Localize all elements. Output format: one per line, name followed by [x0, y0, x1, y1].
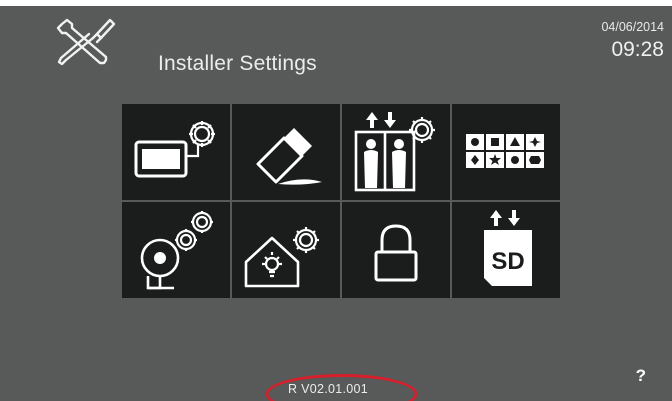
- tools-icon: [56, 18, 116, 66]
- installer-settings-screen: Installer Settings 04/06/2014 09:28 SD R…: [0, 0, 672, 401]
- home-automation-settings-tile[interactable]: [232, 202, 340, 298]
- sd-card-transfer-icon: SD: [484, 210, 532, 286]
- eraser-icon: [256, 128, 322, 185]
- svg-text:SD: SD: [491, 248, 524, 275]
- security-lock-tile[interactable]: [342, 202, 450, 298]
- symbols-keypad-icon: [466, 134, 544, 168]
- time-display: 09:28: [611, 38, 664, 61]
- monitor-settings-tile[interactable]: [122, 104, 230, 200]
- bell-settings-tile[interactable]: [122, 202, 230, 298]
- page-title: Installer Settings: [158, 52, 317, 75]
- help-button[interactable]: ?: [636, 366, 646, 386]
- padlock-icon: [374, 224, 418, 282]
- settings-menu-grid: SD: [122, 104, 560, 300]
- lift-settings-icon: [354, 112, 435, 192]
- home-automation-settings-icon: [244, 227, 319, 288]
- date-display: 04/06/2014: [601, 20, 664, 34]
- bell-settings-icon: [140, 211, 213, 290]
- version-label: R V02.01.001: [288, 382, 369, 396]
- eraser-tile[interactable]: [232, 104, 340, 200]
- sd-card-tile[interactable]: SD: [452, 202, 560, 298]
- lift-settings-tile[interactable]: [342, 104, 450, 200]
- top-border: [0, 0, 672, 6]
- monitor-settings-icon: [134, 121, 215, 178]
- symbols-keypad-tile[interactable]: [452, 104, 560, 200]
